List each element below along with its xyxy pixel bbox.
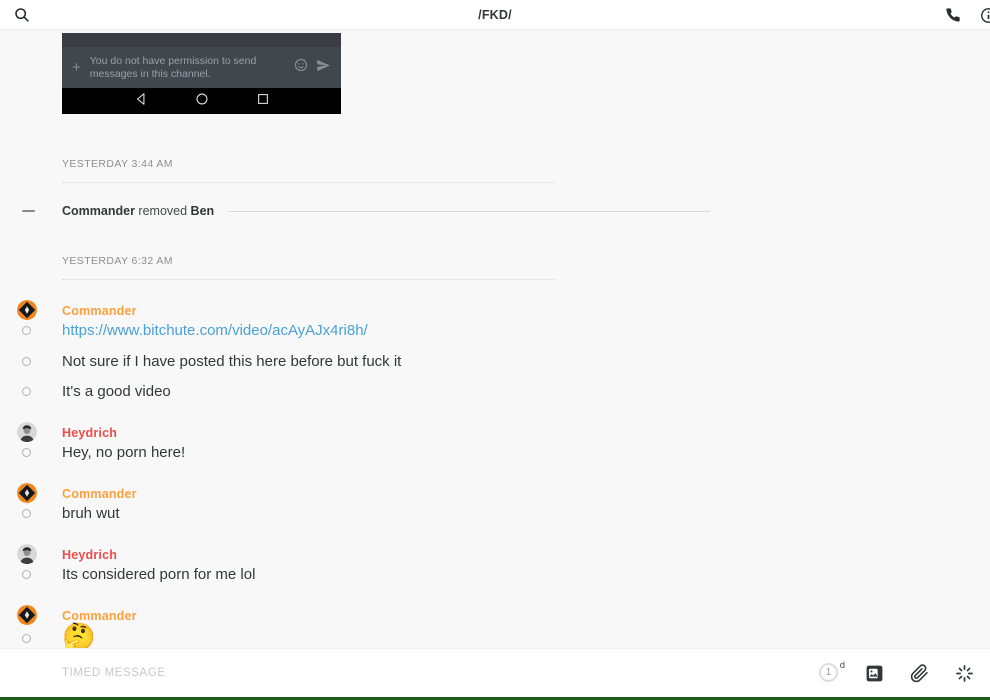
plus-icon: + [72, 59, 81, 76]
call-icon[interactable] [944, 6, 962, 24]
timed-message-timer-icon[interactable]: 1 d [819, 660, 845, 683]
system-target: Ben [190, 204, 215, 218]
system-action: removed [138, 204, 188, 218]
message-timer-indicator [22, 509, 31, 518]
image-attach-icon[interactable] [865, 664, 884, 683]
emoji-icon [294, 58, 308, 77]
message-timer-indicator [22, 387, 31, 396]
android-back-icon [134, 92, 148, 111]
avatar-heydrich[interactable] [17, 544, 37, 564]
message-timer-indicator [22, 357, 31, 366]
system-actor: Commander [62, 204, 135, 218]
send-icon [316, 58, 331, 78]
avatar-commander[interactable] [17, 300, 37, 320]
author-name[interactable]: Commander [62, 609, 137, 623]
author-name[interactable]: Commander [62, 304, 137, 318]
screenshot-top-strip [62, 33, 341, 47]
message-text: Not sure if I have posted this here befo… [62, 353, 402, 370]
message-text: It's a good video [62, 383, 171, 400]
android-home-icon [195, 92, 209, 111]
message-emoji: 🤔 [62, 622, 96, 649]
date-divider: YESTERDAY 3:44 AM [62, 158, 556, 183]
ping-burst-icon[interactable] [955, 664, 974, 683]
system-dash-icon [22, 210, 35, 212]
message-timer-indicator [22, 448, 31, 457]
message-timer-indicator [22, 326, 31, 335]
message-text: bruh wut [62, 505, 120, 522]
message-timer-indicator [22, 570, 31, 579]
author-name[interactable]: Heydrich [62, 426, 117, 440]
composer-bar: 1 d [0, 648, 990, 697]
author-name[interactable]: Commander [62, 487, 137, 501]
conversation-title: /FKD/ [478, 7, 512, 22]
avatar-commander[interactable] [17, 483, 37, 503]
screenshot-android-navbar [62, 88, 341, 114]
android-recents-icon [256, 92, 270, 111]
date-divider: YESTERDAY 6:32 AM [62, 255, 556, 280]
avatar-heydrich[interactable] [17, 422, 37, 442]
message-text: Hey, no porn here! [62, 444, 186, 461]
system-message: Commander removed Ben [0, 203, 710, 219]
info-icon[interactable] [979, 6, 990, 24]
paperclip-icon[interactable] [910, 663, 929, 683]
bitchute-link[interactable]: https://www.bitchute.com/video/acAyAJx4r… [62, 322, 368, 339]
image-message-discord-screenshot[interactable]: + You do not have permission to send mes… [62, 33, 341, 114]
avatar-commander[interactable] [17, 605, 37, 625]
message-text: https://www.bitchute.com/video/acAyAJx4r… [62, 322, 368, 339]
author-name[interactable]: Heydrich [62, 548, 117, 562]
permission-text: You do not have permission to send messa… [89, 54, 257, 80]
message-text: Its considered porn for me lol [62, 566, 256, 583]
message-timer-indicator [22, 634, 31, 643]
top-bar: /FKD/ [0, 0, 990, 30]
system-rule [229, 210, 710, 212]
message-list: + You do not have permission to send mes… [0, 30, 990, 648]
screenshot-input-bar: + You do not have permission to send mes… [62, 47, 341, 88]
message-input[interactable] [62, 667, 819, 679]
